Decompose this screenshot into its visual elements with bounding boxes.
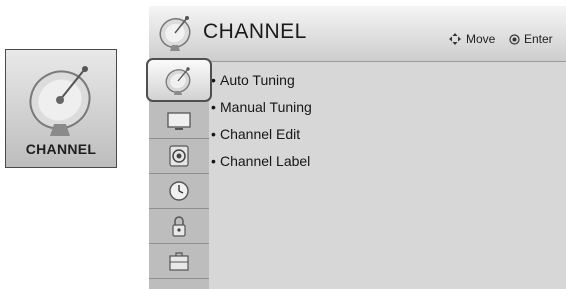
menu-item-label: Channel Edit <box>220 126 301 142</box>
satellite-dish-icon <box>165 67 191 95</box>
menu-item-manual-tuning[interactable]: • Manual Tuning <box>211 97 312 124</box>
clock-icon <box>169 181 189 201</box>
toolbox-icon <box>169 252 189 271</box>
menu-item-channel-label[interactable]: • Channel Label <box>211 151 312 178</box>
move-hint: Move <box>448 32 495 46</box>
sidebar-item-channel[interactable] <box>146 58 212 102</box>
menu-header: CHANNEL Move Enter <box>149 6 566 62</box>
channel-tile[interactable]: CHANNEL <box>5 49 117 168</box>
menu-item-label: Channel Label <box>220 153 311 169</box>
tile-label: CHANNEL <box>25 141 97 157</box>
menu-item-label: Auto Tuning <box>220 72 295 88</box>
enter-button-icon <box>509 33 520 45</box>
sidebar-item-time[interactable] <box>149 174 209 209</box>
menu-item-auto-tuning[interactable]: • Auto Tuning <box>211 70 312 97</box>
satellite-dish-icon <box>29 66 91 136</box>
channel-submenu: • Auto Tuning • Manual Tuning • Channel Edi… <box>211 70 312 178</box>
enter-hint-label: Enter <box>524 32 553 46</box>
move-arrows-icon <box>449 33 461 45</box>
sidebar-item-picture[interactable] <box>149 104 209 139</box>
page-title: CHANNEL <box>203 20 307 43</box>
menu-item-channel-edit[interactable]: • Channel Edit <box>211 124 312 151</box>
enter-hint: Enter <box>509 32 553 46</box>
channel-menu-panel: CHANNEL Move Enter • Auto Tuning • Manua… <box>146 6 566 289</box>
monitor-icon <box>167 112 191 130</box>
sidebar-item-lock[interactable] <box>149 209 209 244</box>
move-hint-label: Move <box>466 32 496 46</box>
lock-icon <box>172 216 186 237</box>
satellite-dish-icon <box>159 16 191 51</box>
sidebar-item-options[interactable] <box>149 244 209 279</box>
speaker-icon <box>169 145 189 167</box>
sidebar-item-audio[interactable] <box>149 139 209 174</box>
menu-item-label: Manual Tuning <box>220 99 312 115</box>
category-sidebar <box>146 58 212 289</box>
